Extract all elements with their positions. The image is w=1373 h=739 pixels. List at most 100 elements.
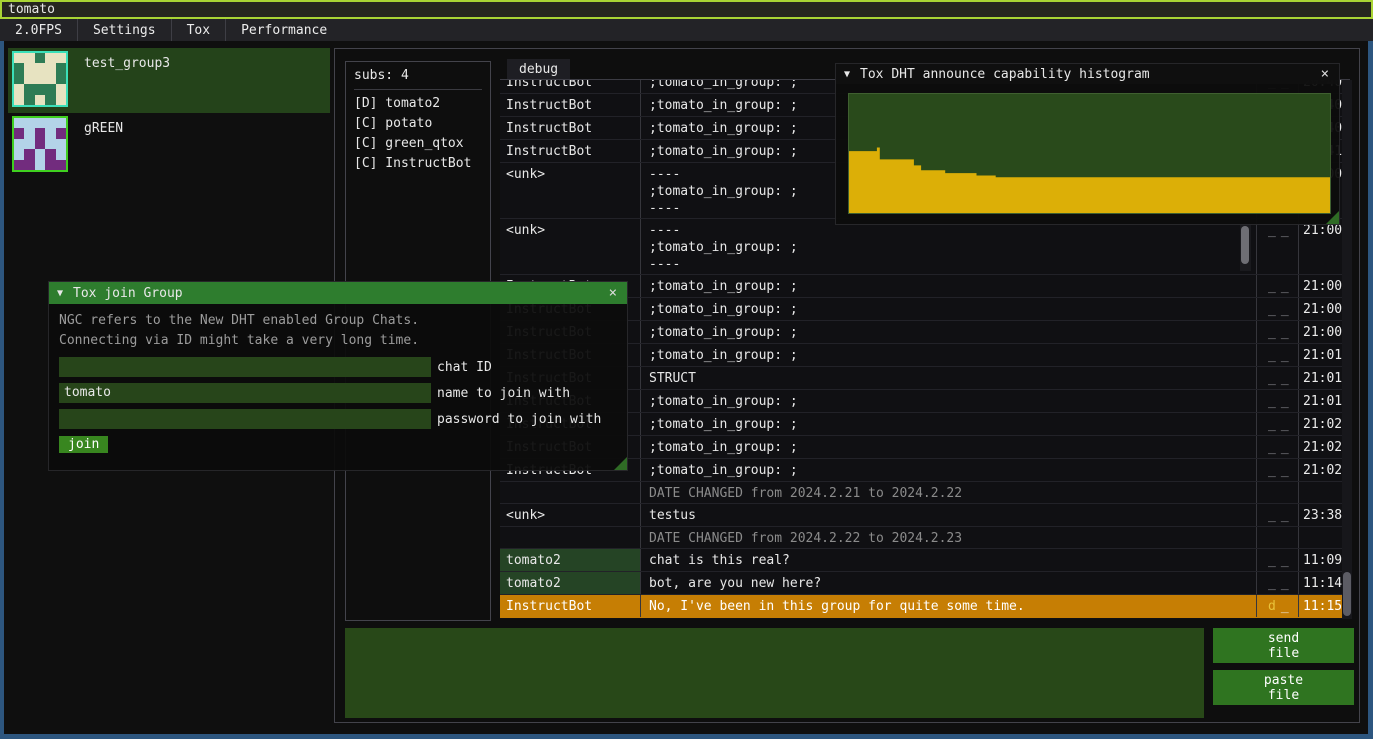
send-file-button[interactable]: send file bbox=[1213, 628, 1354, 663]
message-line: chat is this real? bbox=[649, 552, 1252, 569]
timestamp: 21:00 bbox=[1298, 219, 1342, 274]
menu-item-2.0fps[interactable]: 2.0FPS bbox=[0, 19, 77, 41]
message-line: testus bbox=[649, 507, 1252, 524]
sender-name: tomato2 bbox=[500, 549, 640, 571]
timestamp: 21:02 bbox=[1298, 459, 1342, 481]
delivery-marks: __ bbox=[1256, 413, 1298, 435]
message-text: ;tomato_in_group: ; bbox=[640, 298, 1256, 320]
close-icon[interactable]: × bbox=[1319, 66, 1331, 82]
avatar-pixel bbox=[14, 118, 24, 128]
member-item[interactable]: [D] tomato2 bbox=[354, 94, 482, 114]
message-row[interactable]: tomato2chat is this real?__11:09 bbox=[500, 549, 1342, 572]
delivery-mark: _ bbox=[1268, 576, 1276, 591]
delivery-mark: _ bbox=[1268, 325, 1276, 340]
member-item[interactable]: [C] potato bbox=[354, 114, 482, 134]
message-row[interactable]: tomato2bot, are you new here?__11:14 bbox=[500, 572, 1342, 595]
sender-name: tomato2 bbox=[500, 572, 640, 594]
paste-file-label-line2: file bbox=[1268, 688, 1299, 703]
timestamp: 21:00 bbox=[1298, 275, 1342, 297]
delivery-marks: __ bbox=[1256, 436, 1298, 458]
message-row[interactable]: InstructBotNo, I've been in this group f… bbox=[500, 595, 1342, 618]
message-text: bot, are you new here? bbox=[640, 572, 1256, 594]
menu-item-settings[interactable]: Settings bbox=[78, 19, 171, 41]
collapse-arrow-icon[interactable]: ▼ bbox=[844, 69, 850, 80]
join-button[interactable]: join bbox=[59, 436, 108, 453]
member-item[interactable]: [C] green_qtox bbox=[354, 134, 482, 154]
avatar-pixel bbox=[35, 63, 45, 73]
message-scrollbar-thumb[interactable] bbox=[1343, 572, 1351, 616]
collapse-arrow-icon[interactable]: ▼ bbox=[57, 288, 63, 299]
dht-histogram-window: ▼ Tox DHT announce capability histogram … bbox=[835, 63, 1340, 225]
avatar-pixel bbox=[35, 95, 45, 105]
sender-name: InstructBot bbox=[500, 140, 640, 162]
delivery-mark: _ bbox=[1281, 553, 1289, 568]
join-group-titlebar[interactable]: ▼ Tox join Group × bbox=[49, 282, 627, 304]
date-separator-row[interactable]: DATE CHANGED from 2024.2.21 to 2024.2.22 bbox=[500, 482, 1342, 504]
avatar-pixel bbox=[14, 139, 24, 149]
join-password-input[interactable] bbox=[59, 409, 431, 429]
timestamp bbox=[1298, 527, 1342, 548]
resize-grip[interactable] bbox=[614, 457, 627, 470]
group-name: gREEN bbox=[84, 121, 123, 178]
sender-name: InstructBot bbox=[500, 117, 640, 139]
message-text: ;tomato_in_group: ; bbox=[640, 390, 1256, 412]
message-input[interactable] bbox=[345, 628, 1204, 718]
join-name-input[interactable]: tomato bbox=[59, 383, 431, 403]
avatar-pixel bbox=[35, 149, 45, 159]
tab-debug[interactable]: debug bbox=[507, 59, 570, 79]
message-line: ;tomato_in_group: ; bbox=[649, 239, 1252, 256]
dht-histogram-titlebar[interactable]: ▼ Tox DHT announce capability histogram … bbox=[836, 64, 1339, 84]
avatar-pixel bbox=[56, 53, 66, 63]
delivery-mark: _ bbox=[1281, 576, 1289, 591]
delivery-mark: _ bbox=[1268, 394, 1276, 409]
avatar-pixel bbox=[24, 74, 34, 84]
resize-grip[interactable] bbox=[1326, 211, 1339, 224]
menubar: 2.0FPSSettingsToxPerformance bbox=[0, 19, 1373, 41]
avatar-pixel bbox=[56, 95, 66, 105]
message-line: ;tomato_in_group: ; bbox=[649, 462, 1252, 479]
timestamp: 21:02 bbox=[1298, 413, 1342, 435]
delivery-marks: d_ bbox=[1256, 595, 1298, 617]
message-text: DATE CHANGED from 2024.2.21 to 2024.2.22 bbox=[640, 482, 1256, 503]
chat-id-input[interactable] bbox=[59, 357, 431, 377]
delivery-marks: __ bbox=[1256, 504, 1298, 526]
paste-file-button[interactable]: paste file bbox=[1213, 670, 1354, 705]
avatar-pixel bbox=[56, 128, 66, 138]
delivery-mark: _ bbox=[1268, 371, 1276, 386]
histogram-plot-svg bbox=[849, 94, 1330, 213]
delivery-mark: _ bbox=[1281, 302, 1289, 317]
avatar-pixel bbox=[45, 63, 55, 73]
delivery-mark: _ bbox=[1268, 223, 1276, 238]
join-field-row: chat ID bbox=[59, 357, 617, 377]
group-row-gREEN[interactable]: gREEN bbox=[8, 113, 330, 178]
message-line: STRUCT bbox=[649, 370, 1252, 387]
group-row-test_group3[interactable]: test_group3 bbox=[8, 48, 330, 113]
chat-id-label: chat ID bbox=[437, 360, 492, 375]
avatar-pixel bbox=[14, 63, 24, 73]
sender-name: <unk> bbox=[500, 504, 640, 526]
delivery-mark: _ bbox=[1268, 463, 1276, 478]
close-icon[interactable]: × bbox=[607, 285, 619, 301]
menu-item-tox[interactable]: Tox bbox=[172, 19, 225, 41]
avatar-pixel bbox=[24, 95, 34, 105]
date-separator-row[interactable]: DATE CHANGED from 2024.2.22 to 2024.2.23 bbox=[500, 527, 1342, 549]
delivery-marks: __ bbox=[1256, 390, 1298, 412]
delivery-marks bbox=[1256, 482, 1298, 503]
menu-item-performance[interactable]: Performance bbox=[226, 19, 342, 41]
avatar-pixel bbox=[35, 128, 45, 138]
group-name: test_group3 bbox=[84, 56, 170, 113]
window-title: tomato bbox=[8, 2, 55, 17]
avatar-pixel bbox=[14, 95, 24, 105]
message-row[interactable]: <unk>testus__23:38 bbox=[500, 504, 1342, 527]
avatar-pixel bbox=[45, 128, 55, 138]
timestamp bbox=[1298, 482, 1342, 503]
delivery-mark: _ bbox=[1268, 302, 1276, 317]
message-line: ;tomato_in_group: ; bbox=[649, 347, 1252, 364]
message-text: ;tomato_in_group: ; bbox=[640, 321, 1256, 343]
member-item[interactable]: [C] InstructBot bbox=[354, 154, 482, 174]
message-row[interactable]: <unk>----;tomato_in_group: ;----__21:00 bbox=[500, 219, 1342, 275]
message-inner-scrollbar-thumb[interactable] bbox=[1241, 226, 1249, 264]
timestamp: 11:09 bbox=[1298, 549, 1342, 571]
message-line: ---- bbox=[649, 256, 1252, 273]
avatar-pixel bbox=[14, 160, 24, 170]
